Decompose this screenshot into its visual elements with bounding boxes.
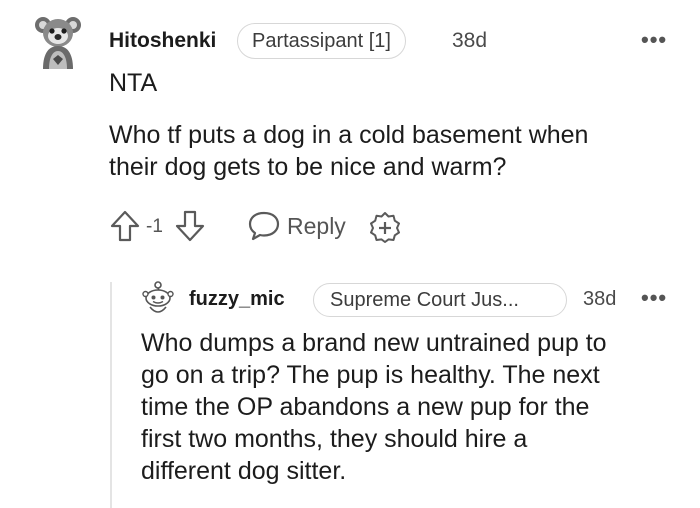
- reply-label: Reply: [287, 212, 346, 239]
- downvote-arrow-icon: [175, 210, 205, 242]
- reply-more-options-icon[interactable]: •••: [641, 285, 667, 311]
- thread-line[interactable]: [110, 282, 112, 508]
- reply-body-line: first two months, they should hire a: [141, 425, 528, 453]
- reply-user-avatar[interactable]: [141, 281, 175, 317]
- reply-body-line: Who dumps a brand new untrained pup to: [141, 329, 607, 357]
- koala-avatar-icon: [35, 17, 81, 69]
- reply-body-line: time the OP abandons a new pup for the: [141, 393, 590, 421]
- snoo-avatar-icon: [142, 281, 174, 313]
- reply-body-line: go on a trip? The pup is healthy. The ne…: [141, 361, 600, 389]
- downvote-button[interactable]: [174, 209, 206, 243]
- upvote-button[interactable]: [109, 209, 141, 243]
- comment-body: Who tf puts a dog in a cold basement whe…: [109, 119, 588, 183]
- vote-count: -1: [146, 216, 163, 237]
- comment-body-line: their dog gets to be nice and warm?: [109, 153, 507, 181]
- chat-bubble-icon: [248, 211, 280, 241]
- comment-username[interactable]: Hitoshenki: [109, 29, 216, 53]
- reply-body: Who dumps a brand new untrained pup to g…: [141, 327, 607, 487]
- reply-timestamp[interactable]: 38d: [583, 288, 616, 311]
- comment-body-line: Who tf puts a dog in a cold basement whe…: [109, 121, 589, 149]
- user-flair: Partassipant [1]: [237, 23, 406, 59]
- comment-timestamp[interactable]: 38d: [452, 29, 487, 53]
- upvote-arrow-icon: [110, 210, 140, 242]
- reply-button[interactable]: Reply: [247, 210, 346, 242]
- add-award-icon: [370, 212, 400, 243]
- reply-body-line: different dog sitter.: [141, 457, 347, 485]
- reply-username[interactable]: fuzzy_mic: [189, 288, 285, 311]
- more-options-icon[interactable]: •••: [641, 27, 667, 53]
- comment-verdict: NTA: [109, 69, 158, 97]
- reply-user-flair: Supreme Court Jus...: [313, 283, 567, 317]
- user-avatar[interactable]: [35, 13, 81, 69]
- award-button[interactable]: [369, 211, 401, 243]
